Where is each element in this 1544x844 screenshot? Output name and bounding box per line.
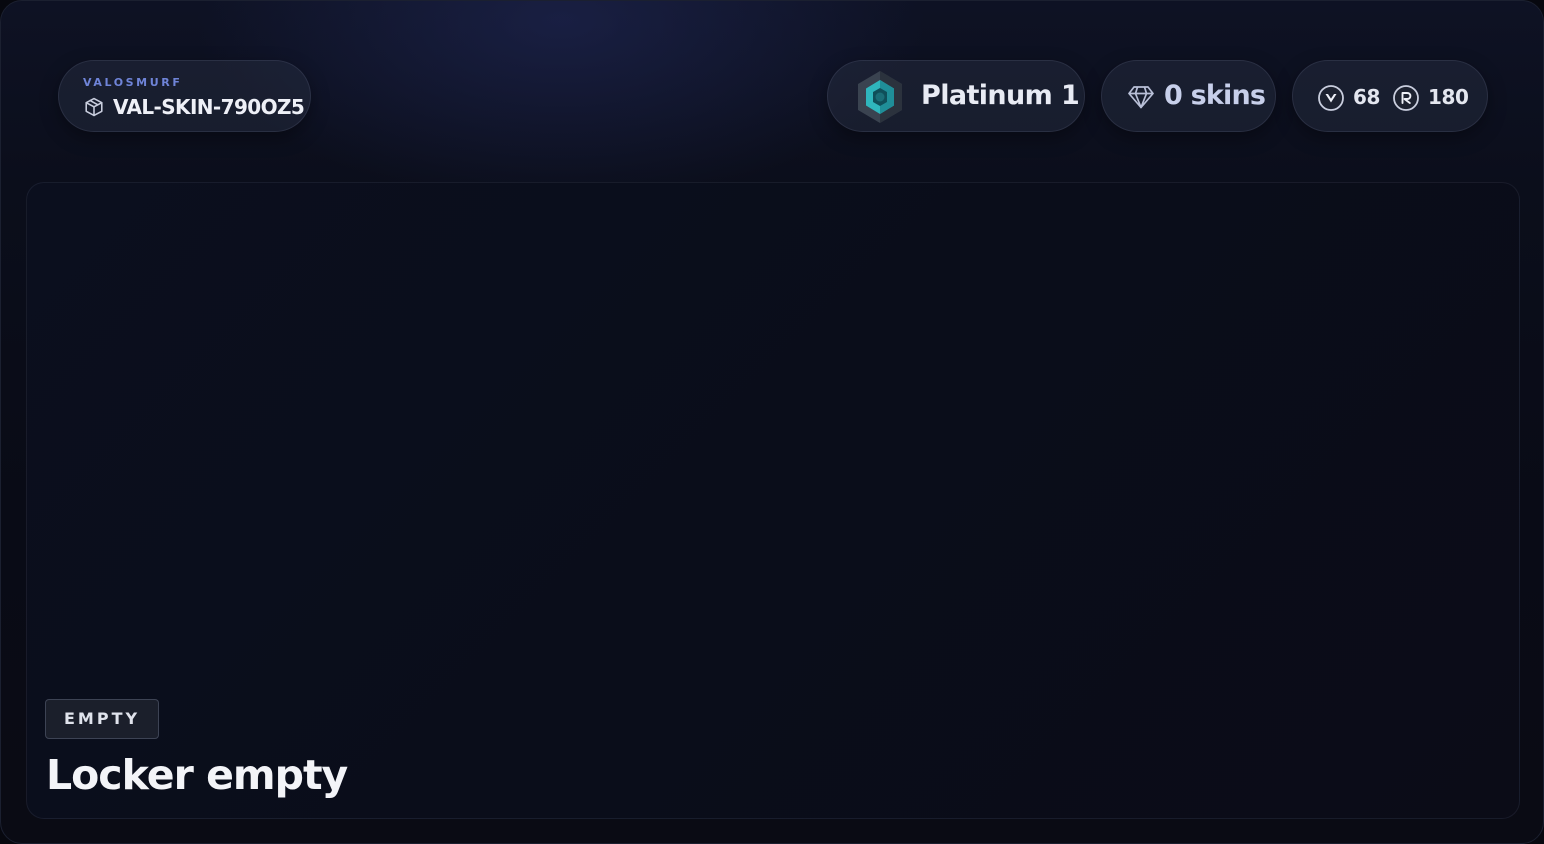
account-card: VALOSMURF VAL-SKIN-790OZ5 Platinum 1 0 s… bbox=[0, 0, 1544, 844]
gem-icon bbox=[1128, 86, 1154, 109]
platinum-rank-icon bbox=[858, 71, 902, 123]
brand-label: VALOSMURF bbox=[83, 76, 183, 89]
account-id: VAL-SKIN-790OZ5 bbox=[113, 95, 305, 119]
locker-title: Locker empty bbox=[46, 751, 348, 799]
rank-pill[interactable]: Platinum 1 bbox=[827, 60, 1085, 132]
rank-label: Platinum 1 bbox=[921, 80, 1080, 111]
account-id-row: VAL-SKIN-790OZ5 bbox=[83, 95, 305, 119]
cube-icon bbox=[85, 97, 103, 117]
skins-count: 0 skins bbox=[1164, 80, 1266, 111]
account-pill[interactable]: VALOSMURF VAL-SKIN-790OZ5 bbox=[58, 60, 311, 132]
skins-pill[interactable]: 0 skins bbox=[1101, 60, 1276, 132]
radianite-points-icon bbox=[1393, 85, 1419, 111]
locker-panel: EMPTY Locker empty bbox=[26, 182, 1520, 819]
radianite-points-value: 180 bbox=[1428, 85, 1469, 109]
empty-status-badge: EMPTY bbox=[45, 699, 160, 739]
valorant-points-icon bbox=[1318, 85, 1344, 111]
valorant-points-value: 68 bbox=[1353, 85, 1381, 109]
currency-pill[interactable]: 68 180 bbox=[1292, 60, 1488, 132]
